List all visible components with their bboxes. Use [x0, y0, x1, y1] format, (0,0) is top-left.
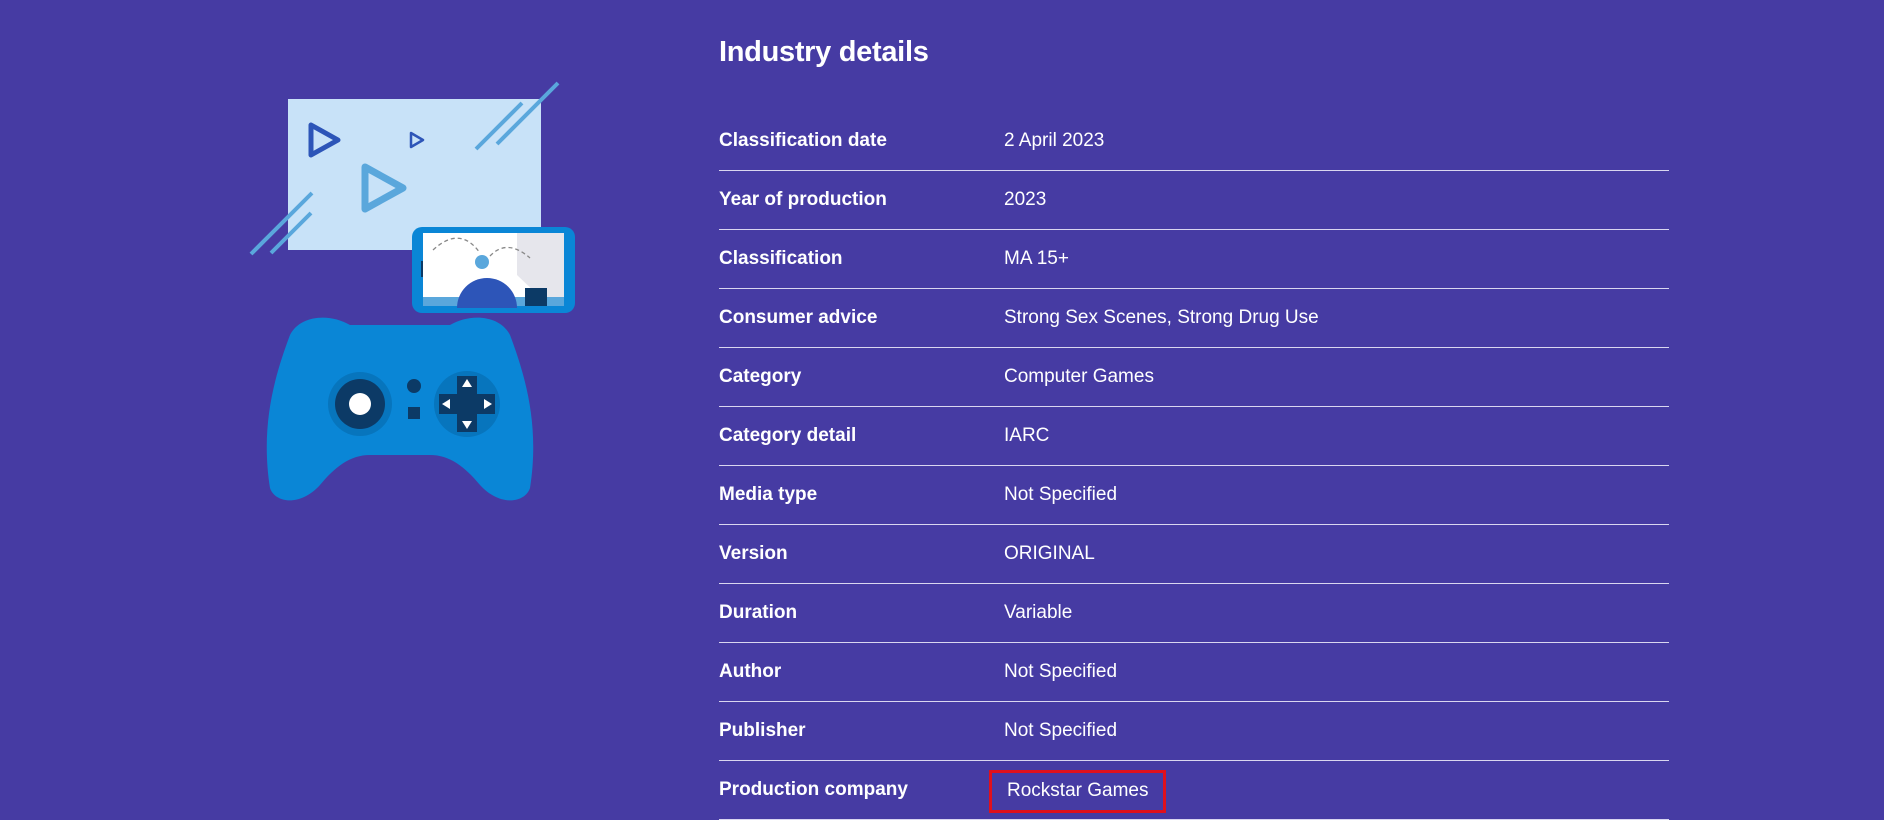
detail-value: ORIGINAL — [1004, 543, 1095, 564]
detail-label: Version — [719, 543, 788, 564]
detail-row-version: Version ORIGINAL — [719, 525, 1669, 584]
detail-value: Not Specified — [1004, 720, 1118, 741]
detail-row-duration: Duration Variable — [719, 584, 1669, 643]
detail-value: 2 April 2023 — [1004, 130, 1105, 151]
detail-value: Strong Sex Scenes, Strong Drug Use — [1004, 307, 1319, 328]
games-illustration-svg — [249, 81, 575, 501]
detail-row-production-company: Production company Rockstar Games — [719, 761, 1669, 820]
detail-value: Computer Games — [1004, 366, 1154, 387]
detail-label: Category detail — [719, 425, 857, 446]
detail-row-classification: Classification MA 15+ — [719, 230, 1669, 289]
detail-row-category: Category Computer Games — [719, 348, 1669, 407]
section-title: Industry details — [719, 36, 929, 68]
detail-label: Consumer advice — [719, 307, 878, 328]
detail-label: Publisher — [719, 720, 806, 741]
phone-game-illustration — [412, 227, 575, 313]
detail-label: Category — [719, 366, 802, 387]
detail-row-category-detail: Category detail IARC — [719, 407, 1669, 466]
detail-value: Variable — [1004, 602, 1073, 623]
detail-row-year-of-production: Year of production 2023 — [719, 171, 1669, 230]
games-illustration — [245, 75, 590, 510]
detail-value: Not Specified — [1004, 661, 1118, 682]
detail-row-classification-date: Classification date 2 April 2023 — [719, 112, 1669, 171]
detail-row-author: Author Not Specified — [719, 643, 1669, 702]
detail-label: Production company — [719, 779, 908, 800]
detail-value: MA 15+ — [1004, 248, 1069, 269]
detail-value: 2023 — [1004, 189, 1047, 210]
detail-label: Duration — [719, 602, 798, 623]
game-controller-illustration — [266, 317, 534, 501]
details-table: Classification date 2 April 2023 Year of… — [719, 112, 1669, 820]
detail-label: Year of production — [719, 189, 887, 210]
detail-label: Author — [719, 661, 782, 682]
detail-row-media-type: Media type Not Specified — [719, 466, 1669, 525]
detail-label: Classification — [719, 248, 843, 269]
detail-row-publisher: Publisher Not Specified — [719, 702, 1669, 761]
highlighted-production-company-value[interactable]: Rockstar Games — [989, 770, 1167, 813]
detail-row-consumer-advice: Consumer advice Strong Sex Scenes, Stron… — [719, 289, 1669, 348]
detail-value: IARC — [1004, 425, 1050, 446]
detail-label: Media type — [719, 484, 818, 505]
detail-value: Not Specified — [1004, 484, 1118, 505]
detail-label: Classification date — [719, 130, 887, 151]
